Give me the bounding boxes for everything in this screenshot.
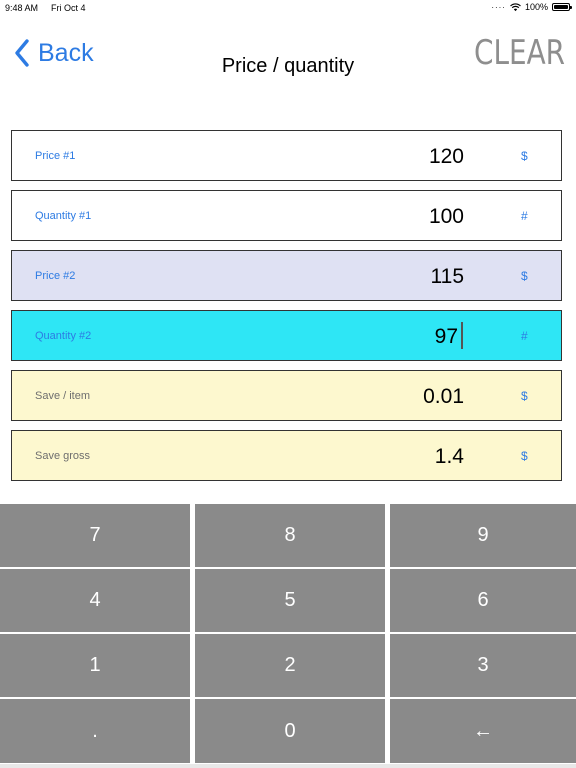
key-4[interactable]: 4: [0, 569, 190, 632]
save-gross-value: 1.4: [434, 445, 464, 468]
row-save-item: Save / item 0.01 $: [11, 370, 562, 421]
text-cursor: [461, 322, 463, 349]
price-1-value[interactable]: 120: [429, 145, 464, 169]
key-3[interactable]: 3: [390, 634, 576, 697]
dots-icon: ····: [491, 2, 506, 12]
status-date: Fri Oct 4: [51, 3, 86, 13]
row-label: Quantity #2: [35, 330, 92, 342]
keypad: 7 8 9 4 5 6 1 2 3 . 0 ←: [0, 502, 576, 768]
key-6[interactable]: 6: [390, 569, 576, 632]
row-quantity-1[interactable]: Quantity #1 100 #: [11, 190, 562, 241]
screen: 9:48 AM Fri Oct 4 ···· 100% Back Price /…: [0, 0, 576, 768]
row-price-2[interactable]: Price #2 115 $: [11, 250, 562, 301]
row-unit: $: [521, 389, 528, 403]
key-2[interactable]: 2: [195, 634, 385, 697]
clear-button[interactable]: CLEAR: [474, 33, 565, 73]
key-8[interactable]: 8: [195, 504, 385, 567]
status-time: 9:48 AM: [5, 3, 39, 13]
row-unit: #: [521, 209, 528, 223]
row-quantity-2[interactable]: Quantity #2 97 #: [11, 310, 562, 361]
row-unit: $: [521, 149, 528, 163]
key-decimal[interactable]: .: [0, 699, 190, 763]
key-1[interactable]: 1: [0, 634, 190, 697]
row-label: Price #1: [35, 150, 76, 162]
price-2-value[interactable]: 115: [431, 265, 464, 289]
key-7[interactable]: 7: [0, 504, 190, 567]
save-item-value: 0.01: [423, 385, 464, 408]
row-label: Price #2: [35, 270, 76, 282]
battery-percent: 100%: [524, 2, 548, 12]
row-label: Save gross: [35, 450, 91, 462]
row-label: Quantity #1: [35, 210, 92, 222]
backspace-key[interactable]: ←: [390, 699, 576, 763]
row-unit: $: [521, 449, 528, 463]
status-bar: 9:48 AM Fri Oct 4 ···· 100%: [0, 0, 576, 16]
quantity-1-value[interactable]: 100: [429, 205, 464, 229]
key-0[interactable]: 0: [195, 699, 385, 763]
wifi-icon: [510, 2, 521, 11]
row-price-1[interactable]: Price #1 120 $: [11, 130, 562, 181]
battery-icon: [552, 3, 572, 11]
quantity-2-value[interactable]: 97: [435, 325, 458, 349]
status-right: ···· 100%: [491, 2, 572, 12]
row-label: Save / item: [35, 390, 91, 402]
key-9[interactable]: 9: [390, 504, 576, 567]
row-unit: #: [521, 329, 528, 343]
row-unit: $: [521, 269, 528, 283]
key-5[interactable]: 5: [195, 569, 385, 632]
row-save-gross: Save gross 1.4 $: [11, 430, 562, 481]
keypad-bottom-bar: [0, 764, 576, 768]
